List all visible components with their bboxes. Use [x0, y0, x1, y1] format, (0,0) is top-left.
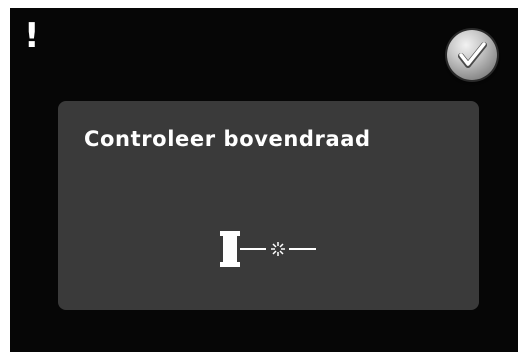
checkmark-icon: [458, 42, 487, 68]
message-panel: Controleer bovendraad: [58, 101, 479, 310]
confirm-button[interactable]: [447, 30, 497, 80]
message-title: Controleer bovendraad: [84, 127, 371, 151]
upper-thread-broken-icon: [220, 231, 316, 267]
popup-screen: ! Controleer bovendraad: [10, 8, 518, 352]
alert-icon: !: [24, 16, 40, 56]
